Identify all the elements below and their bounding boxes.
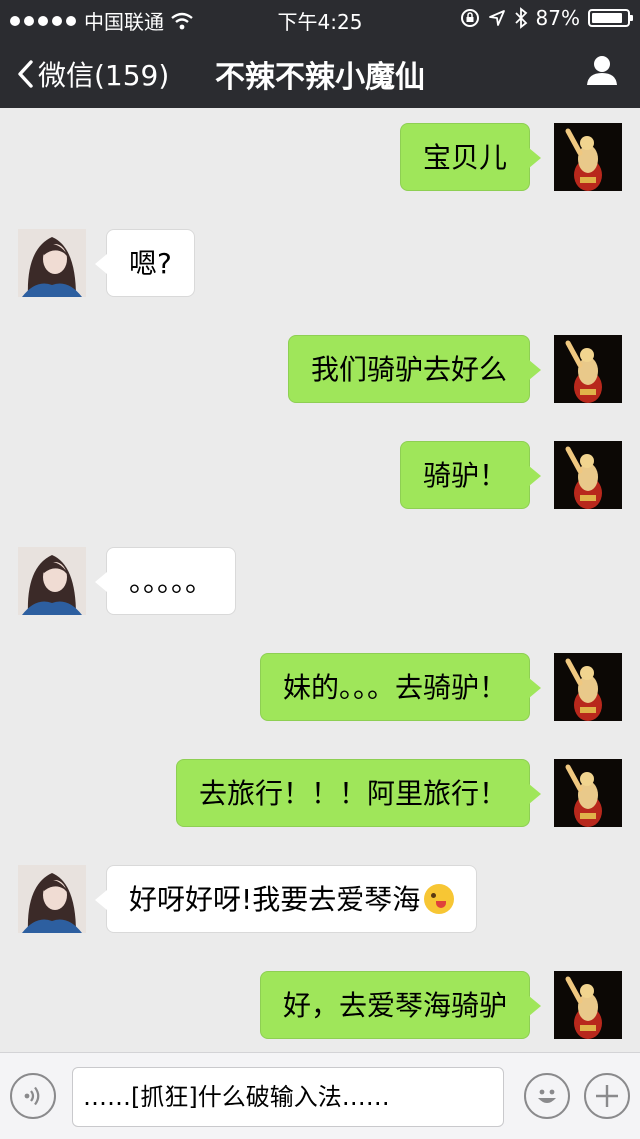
- emoji-icon: [538, 1089, 556, 1103]
- message-row-received: 嗯?: [0, 214, 640, 297]
- emoji-button[interactable]: [524, 1073, 570, 1119]
- sent-message-bubble[interactable]: 好，去爱琴海骑驴: [259, 971, 542, 1039]
- message-text: 嗯?: [129, 247, 172, 280]
- sent-message-bubble[interactable]: 去旅行！！！阿里旅行！: [175, 759, 542, 827]
- message-text: 妹的。。。去骑驴！: [282, 671, 507, 704]
- message-row-received: 好呀好呀!我要去爱琴海: [0, 850, 640, 933]
- my-avatar[interactable]: [554, 759, 622, 827]
- sent-message-bubble[interactable]: 我们骑驴去好么: [287, 335, 542, 403]
- contact-avatar[interactable]: [18, 865, 86, 933]
- message-row-sent: 妹的。。。去骑驴！: [0, 638, 640, 721]
- top-bar: 中国联通 下午4:25 87% 微信(159) 不辣不辣小魔仙: [0, 0, 640, 108]
- sent-message-bubble[interactable]: 骑驴！: [399, 441, 542, 509]
- sent-message-bubble[interactable]: 宝贝儿: [399, 123, 542, 191]
- voice-icon: [24, 1086, 40, 1106]
- profile-button[interactable]: [586, 54, 618, 90]
- contact-avatar[interactable]: [18, 229, 86, 297]
- my-avatar[interactable]: [554, 971, 622, 1039]
- message-row-sent: 好，去爱琴海骑驴: [0, 956, 640, 1039]
- message-input[interactable]: ……[抓狂]什么破输入法……: [72, 1067, 504, 1127]
- message-text: 好，去爱琴海骑驴: [282, 989, 507, 1022]
- my-avatar[interactable]: [554, 653, 622, 721]
- message-row-sent: 去旅行！！！阿里旅行！: [0, 744, 640, 827]
- location-icon: [488, 10, 505, 26]
- voice-button[interactable]: [10, 1073, 56, 1119]
- bluetooth-icon: [514, 7, 527, 29]
- battery-icon: [588, 9, 633, 27]
- message-text: 宝贝儿: [422, 141, 507, 174]
- contact-avatar[interactable]: [18, 547, 86, 615]
- message-list[interactable]: 宝贝儿嗯? 我们骑驴去好么骑驴！ 。。。。。妹的。。。去骑驴！ 去旅行！！！阿里旅行！…: [0, 108, 640, 1052]
- message-text: 。。。。。: [129, 565, 214, 598]
- message-row-received: 。。。。。: [0, 532, 640, 615]
- my-avatar[interactable]: [554, 335, 622, 403]
- message-row-sent: 我们骑驴去好么: [0, 320, 640, 403]
- person-icon: [587, 56, 617, 85]
- status-right: 87%: [460, 6, 633, 30]
- tongue-out-emoji-icon: [424, 884, 455, 914]
- message-text: 好呀好呀!我要去爱琴海: [129, 883, 421, 916]
- more-button[interactable]: [584, 1073, 630, 1119]
- input-bar: ……[抓狂]什么破输入法……: [0, 1052, 640, 1139]
- lock-rotation-icon: [460, 9, 479, 27]
- chat-title: 不辣不辣小魔仙: [215, 60, 425, 95]
- plus-icon: [596, 1085, 618, 1107]
- received-message-bubble[interactable]: 。。。。。: [94, 547, 237, 615]
- navigation-bar: 微信(159) 不辣不辣小魔仙: [0, 36, 640, 108]
- received-message-bubble[interactable]: 好呀好呀!我要去爱琴海: [94, 865, 478, 933]
- my-avatar[interactable]: [554, 441, 622, 509]
- message-text: 去旅行！！！阿里旅行！: [198, 777, 507, 810]
- message-text: 骑驴！: [422, 459, 507, 492]
- battery-percent: 87%: [535, 6, 580, 30]
- received-message-bubble[interactable]: 嗯?: [95, 229, 195, 297]
- my-avatar[interactable]: [554, 123, 622, 191]
- message-row-sent: 宝贝儿: [0, 108, 640, 191]
- sent-message-bubble[interactable]: 妹的。。。去骑驴！: [259, 653, 542, 721]
- message-row-sent: 骑驴！: [0, 426, 640, 509]
- message-text: 我们骑驴去好么: [310, 353, 507, 386]
- status-bar: 中国联通 下午4:25 87%: [0, 0, 640, 36]
